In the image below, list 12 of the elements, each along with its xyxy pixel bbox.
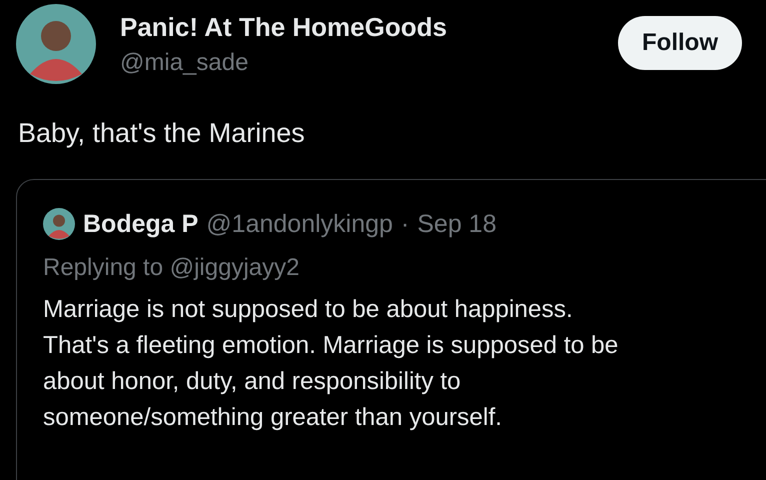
avatar [43,208,75,240]
author-handle[interactable]: @mia_sade [120,49,594,77]
replying-to-text: Replying to @jiggyjayy2 [43,254,300,282]
follow-button[interactable]: Follow [618,16,742,70]
tweet-date: Sep 18 [417,210,496,238]
author-name[interactable]: Panic! At The HomeGoods [120,12,594,43]
quoted-tweet-text: Marriage is not supposed to be about happiness. That's a fleeting emotion. Marriage is supposed to be about honor, duty, and responsibility to someone/something greater than yourself. [43,295,620,433]
separator-dot: · [400,210,410,238]
tweet-text: Baby, that's the Marines [17,117,306,149]
quoted-author-name: Bodega P [83,210,198,238]
quoted-tweet-card[interactable] [16,179,766,480]
quoted-author-handle: @1andonlykingp [206,210,393,238]
